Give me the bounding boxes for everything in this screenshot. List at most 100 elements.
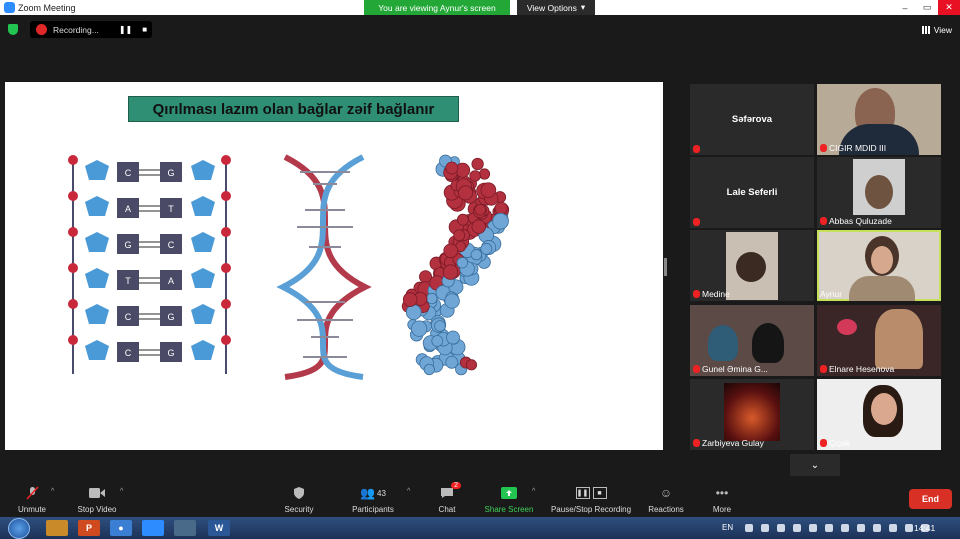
windows-taskbar: P ● W EN 14:41 [0, 517, 960, 539]
view-options-button[interactable]: View Options ▾ [517, 0, 595, 15]
taskbar-clock[interactable]: 14:41 [914, 523, 935, 533]
tray-icon[interactable] [841, 524, 849, 532]
file-explorer-icon[interactable] [46, 520, 68, 536]
sugar [85, 268, 109, 288]
tray-icon[interactable] [825, 524, 833, 532]
sugar [191, 232, 215, 252]
windows-start-icon[interactable] [8, 518, 30, 539]
stop-video-button[interactable]: Stop Video [74, 479, 120, 517]
atom-sphere [444, 293, 460, 309]
smiley-plus-icon: ☺ [659, 486, 673, 500]
stop-recording-icon[interactable]: ■ [142, 25, 147, 34]
pause-recording-icon[interactable]: ❚❚ [119, 25, 132, 34]
chevron-down-icon: ▾ [580, 2, 586, 12]
word-icon[interactable]: W [208, 520, 230, 536]
atom-sphere [474, 203, 486, 216]
base-letter: G [167, 348, 174, 358]
viewing-screen-banner: You are viewing Aynur's screen [364, 0, 510, 15]
participant-tile[interactable]: Lale Seferli [690, 157, 814, 228]
security-label: Security [284, 505, 314, 514]
phosphate [68, 191, 78, 201]
participant-tile[interactable]: Abbas Quluzade [817, 157, 941, 228]
zoom-logo-icon [4, 2, 15, 13]
meeting-controls-toolbar: Unmute ^ Stop Video ^ Security 👥 43 Parti… [0, 479, 960, 517]
tray-icon[interactable] [889, 524, 897, 532]
end-meeting-button[interactable]: End [909, 489, 952, 509]
atom-sphere [456, 213, 469, 226]
close-icon[interactable]: ✕ [938, 0, 960, 15]
participant-tile[interactable]: CIGIR MDID III [817, 84, 941, 155]
double-helix-image [276, 154, 372, 380]
tray-icon[interactable] [761, 524, 769, 532]
participant-tile[interactable]: Gunel Əmina G... [690, 305, 814, 376]
mic-muted-icon [693, 365, 700, 373]
participant-tile[interactable]: Zarbiyeva Gulay [690, 379, 814, 450]
tray-icon[interactable] [873, 524, 881, 532]
more-button[interactable]: ••• More [708, 479, 736, 517]
tray-icon[interactable] [777, 524, 785, 532]
atom-sphere [480, 242, 493, 255]
recording-dot-icon [36, 24, 47, 35]
phosphate [221, 335, 231, 345]
chat-button[interactable]: 2 Chat [433, 479, 461, 517]
participants-options-chevron-icon[interactable]: ^ [407, 488, 410, 495]
atom-sphere [456, 257, 468, 269]
pause-stop-recording-button[interactable]: ❚❚ ■ Pause/Stop Recording [548, 479, 634, 517]
participants-button[interactable]: 👥 43 Participants [348, 479, 398, 517]
share-options-chevron-icon[interactable]: ^ [532, 488, 535, 495]
atom-sphere [445, 161, 459, 175]
window-app-icon[interactable] [174, 520, 196, 536]
more-dots-icon: ••• [715, 486, 729, 500]
participant-tile-active-speaker[interactable]: Aynur [817, 230, 941, 301]
chrome-icon[interactable]: ● [110, 520, 132, 536]
security-button[interactable]: Security [282, 479, 316, 517]
encryption-shield-icon[interactable] [8, 24, 18, 35]
language-indicator[interactable]: EN [722, 523, 733, 532]
atom-sphere [453, 229, 466, 242]
panel-splitter-handle[interactable] [664, 258, 667, 276]
pause-icon: ❚❚ [575, 487, 590, 499]
share-screen-button[interactable]: Share Screen [484, 479, 534, 517]
minimize-icon[interactable]: – [894, 0, 916, 15]
participant-tile[interactable]: Səfərova [690, 84, 814, 155]
participant-tile[interactable]: Medine [690, 230, 814, 301]
sugar [191, 304, 215, 324]
atom-sphere [411, 320, 428, 337]
sugar [191, 340, 215, 360]
tray-icon[interactable] [857, 524, 865, 532]
video-options-chevron-icon[interactable]: ^ [120, 488, 123, 495]
phosphate [68, 263, 78, 273]
base-letter: C [125, 348, 132, 358]
unmute-label: Unmute [17, 505, 46, 514]
mic-muted-icon [693, 145, 700, 153]
maximize-icon[interactable]: ▭ [916, 0, 938, 15]
tray-icon[interactable] [905, 524, 913, 532]
tray-icon[interactable] [745, 524, 753, 532]
participant-tile[interactable]: Elnare Hesenova [817, 305, 941, 376]
base-letter: G [124, 240, 131, 250]
chevron-down-icon: ⌄ [810, 459, 820, 471]
security-shield-icon [291, 486, 307, 500]
tray-icon[interactable] [809, 524, 817, 532]
audio-options-chevron-icon[interactable]: ^ [51, 488, 54, 495]
powerpoint-icon[interactable]: P [78, 520, 100, 536]
unmute-button[interactable]: Unmute [14, 479, 50, 517]
view-button[interactable]: View [921, 25, 952, 35]
mic-muted-icon [820, 439, 827, 447]
atom-sphere [442, 264, 459, 280]
sugar [85, 160, 109, 180]
atom-sphere [431, 335, 444, 347]
mic-muted-icon [693, 290, 700, 298]
recording-label: Recording... [53, 24, 99, 35]
atom-sphere [443, 243, 459, 259]
reactions-button[interactable]: ☺ Reactions [646, 479, 686, 517]
base-letter: A [168, 276, 174, 286]
participants-icon: 👥 [360, 486, 376, 500]
meeting-top-bar: Recording... ❚❚ ■ View [0, 15, 960, 45]
participant-tile[interactable]: Çiçək [817, 379, 941, 450]
gallery-scroll-down-button[interactable]: ⌄ [790, 454, 840, 476]
atom-sphere [446, 330, 460, 345]
zoom-taskbar-icon[interactable] [142, 520, 164, 536]
view-label: View [933, 25, 952, 35]
tray-icon[interactable] [793, 524, 801, 532]
